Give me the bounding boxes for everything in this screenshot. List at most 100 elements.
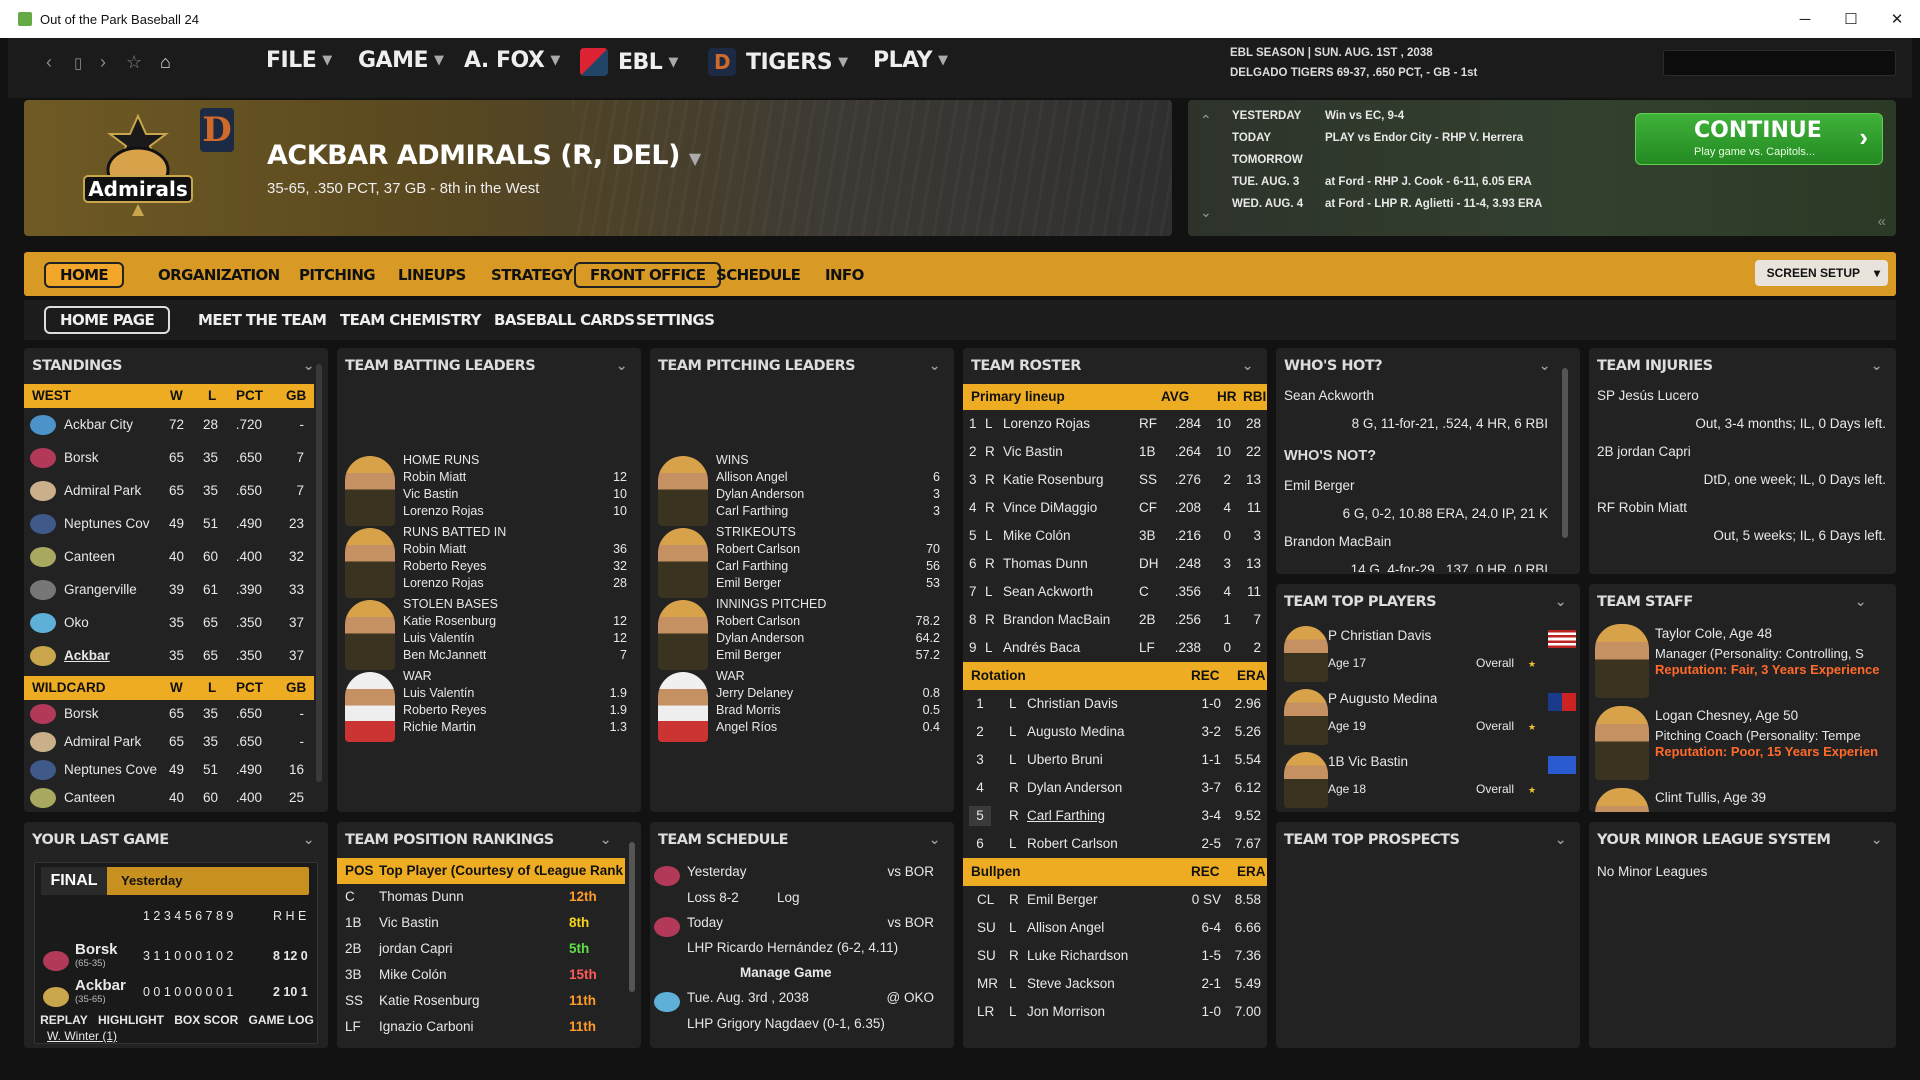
forward-arrow-icon[interactable]: › — [100, 52, 106, 73]
team-name[interactable]: Admiral Park — [64, 483, 164, 498]
box-score-button[interactable]: BOX SCOR — [174, 1013, 238, 1031]
leader-name[interactable]: Dylan Anderson — [716, 486, 804, 503]
leader-name[interactable]: Katie Rosenburg — [403, 613, 496, 630]
player-name[interactable]: Uberto Bruni — [1027, 752, 1177, 767]
tab-schedule[interactable]: SCHEDULE — [702, 262, 814, 288]
chevron-down-icon[interactable]: ⌄ — [600, 822, 612, 858]
rotation-row[interactable]: 1 L Christian Davis 1-0 2.96 — [963, 690, 1267, 718]
leader-name[interactable]: Carl Farthing — [716, 558, 788, 575]
maximize-button[interactable]: ☐ — [1828, 0, 1874, 38]
leader-name[interactable]: Roberto Reyes — [403, 702, 486, 719]
leader-name[interactable]: Roberto Reyes — [403, 558, 486, 575]
chevron-down-icon[interactable]: ⌄ — [1200, 204, 1212, 221]
replay-button[interactable]: REPLAY — [40, 1013, 88, 1031]
injury-player[interactable]: 2B jordan Capri — [1597, 444, 1691, 459]
schedule-row-tomorrow[interactable]: TOMORROW — [1232, 154, 1325, 166]
rotation-row[interactable]: 6 L Robert Carlson 2-5 7.67 — [963, 830, 1267, 858]
standings-row[interactable]: Oko 35 65 .350 37 — [24, 606, 314, 639]
team-name[interactable]: Grangerville — [64, 582, 164, 597]
close-button[interactable]: ✕ — [1874, 0, 1920, 38]
ranking-row[interactable]: SS Katie Rosenburg 11th — [337, 988, 625, 1014]
team-name[interactable]: Oko — [64, 615, 164, 630]
chevron-up-icon[interactable]: ⌃ — [1200, 112, 1212, 129]
injury-player[interactable]: SP Jesús Lucero — [1597, 388, 1699, 403]
player-name[interactable]: jordan Capri — [379, 941, 529, 956]
tab-organization[interactable]: ORGANIZATION — [144, 262, 294, 288]
player-name[interactable]: Thomas Dunn — [1003, 556, 1133, 571]
subtab-settings[interactable]: SETTINGS — [622, 306, 728, 334]
back-arrow-icon[interactable]: ‹ — [46, 52, 52, 73]
subtab-home-page[interactable]: HOME PAGE — [44, 306, 171, 334]
menu-play[interactable]: PLAY ▼ — [873, 48, 948, 73]
chevron-down-icon[interactable]: ⌄ — [303, 348, 315, 384]
menu-file[interactable]: FILE ▼ — [266, 48, 332, 73]
tab-strategy[interactable]: STRATEGY — [477, 262, 587, 288]
player-name[interactable]: Luke Richardson — [1027, 948, 1177, 963]
staff-name[interactable]: Clint Tullis, Age 39 — [1655, 790, 1766, 805]
rotation-row[interactable]: 2 L Augusto Medina 3-2 5.26 — [963, 718, 1267, 746]
bullpen-row[interactable]: MR L Steve Jackson 2-1 5.49 — [963, 970, 1267, 998]
player-name[interactable]: Katie Rosenburg — [379, 993, 529, 1008]
leader-name[interactable]: Robin Miatt — [403, 541, 466, 558]
standings-row[interactable]: Borsk 65 35 .650 7 — [24, 441, 314, 474]
leader-name[interactable]: Robert Carlson — [716, 541, 800, 558]
parent-club-logo-icon[interactable]: D — [200, 108, 234, 152]
leader-name[interactable]: Brad Morris — [716, 702, 781, 719]
menu-team[interactable]: D TIGERS ▼ — [708, 48, 848, 76]
player-name[interactable]: Lorenzo Rojas — [1003, 416, 1133, 431]
standings-row[interactable]: Admiral Park 65 35 .650 7 — [24, 474, 314, 507]
standings-row[interactable]: Grangerville 39 61 .390 33 — [24, 573, 314, 606]
schedule-row[interactable]: WED. AUG. 4 at Ford - LHP R. Aglietti - 1… — [1232, 198, 1542, 210]
player-name[interactable]: Andrés Baca — [1003, 640, 1133, 655]
player-name[interactable]: Carl Farthing — [1027, 808, 1177, 823]
chevron-down-icon[interactable]: ⌄ — [1242, 348, 1254, 384]
player-name[interactable]: Jon Morrison — [1027, 1004, 1177, 1019]
chevron-down-icon[interactable]: ⌄ — [929, 348, 941, 384]
player-name[interactable]: Katie Rosenburg — [1003, 472, 1133, 487]
player-name[interactable]: Ignazio Carboni — [379, 1019, 529, 1034]
leader-name[interactable]: Angel Ríos — [716, 719, 777, 736]
schedule-row-today[interactable]: TODAY PLAY vs Endor City - RHP V. Herrera — [1232, 132, 1523, 144]
star-icon[interactable]: ☆ — [126, 52, 142, 73]
search-input[interactable] — [1663, 50, 1896, 76]
standings-row[interactable]: Canteen 40 60 .400 25 — [24, 784, 314, 812]
schedule-row[interactable]: TUE. AUG. 3 at Ford - RHP J. Cook - 6-11,… — [1232, 176, 1532, 188]
chevron-down-icon[interactable]: ⌄ — [1555, 584, 1567, 620]
home-icon[interactable]: ⌂ — [160, 52, 171, 73]
chevron-down-icon[interactable]: ⌄ — [616, 348, 628, 384]
menu-game[interactable]: GAME ▼ — [358, 48, 444, 73]
tab-pitching[interactable]: PITCHING — [285, 262, 389, 288]
chevron-down-icon[interactable]: ⌄ — [303, 822, 315, 858]
away-team[interactable]: Borsk — [75, 941, 118, 958]
lineup-row[interactable]: 6 R Thomas Dunn DH .248 3 13 — [963, 550, 1267, 578]
leader-name[interactable]: Robin Miatt — [403, 469, 466, 486]
not-player-name[interactable]: Emil Berger — [1284, 478, 1355, 493]
leader-name[interactable]: Ben McJannett — [403, 647, 486, 664]
chevron-down-icon[interactable]: ⌄ — [1871, 822, 1883, 858]
standings-row[interactable]: Neptunes Cov 49 51 .490 23 — [24, 507, 314, 540]
tab-front-office[interactable]: FRONT OFFICE — [574, 262, 722, 288]
team-name[interactable]: Neptunes Cov — [64, 516, 164, 531]
player-name[interactable]: Christian Davis — [1027, 696, 1177, 711]
ranking-row[interactable]: 2B jordan Capri 5th — [337, 936, 625, 962]
leader-name[interactable]: Allison Angel — [716, 469, 788, 486]
leader-name[interactable]: Luis Valentín — [403, 685, 474, 702]
player-name[interactable]: Thomas Dunn — [379, 889, 529, 904]
standings-row[interactable]: Ackbar 35 65 .350 37 — [24, 639, 314, 672]
not-player-name[interactable]: Brandon MacBain — [1284, 534, 1391, 549]
leader-name[interactable]: Vic Bastin — [403, 486, 458, 503]
chevron-down-icon[interactable]: ⌄ — [929, 822, 941, 858]
winning-pitcher[interactable]: W. Winter (1) — [47, 1029, 117, 1043]
tab-home[interactable]: HOME — [44, 262, 125, 288]
lineup-row[interactable]: 3 R Katie Rosenburg SS .276 2 13 — [963, 466, 1267, 494]
standings-row[interactable]: Admiral Park 65 35 .650 - — [24, 728, 314, 756]
player-name[interactable]: Mike Colón — [1003, 528, 1133, 543]
chevron-down-icon[interactable]: ⌄ — [1855, 584, 1867, 620]
standings-row[interactable]: Ackbar City 72 28 .720 - — [24, 408, 314, 441]
player-name[interactable]: Augusto Medina — [1027, 724, 1177, 739]
player-name[interactable]: Vic Bastin — [1003, 444, 1133, 459]
leader-name[interactable]: Carl Farthing — [716, 503, 788, 520]
leader-name[interactable]: Robert Carlson — [716, 613, 800, 630]
schedule-row-yesterday[interactable]: YESTERDAY Win vs EC, 9-4 — [1232, 110, 1404, 122]
page-icon[interactable]: ▯ — [74, 54, 82, 72]
